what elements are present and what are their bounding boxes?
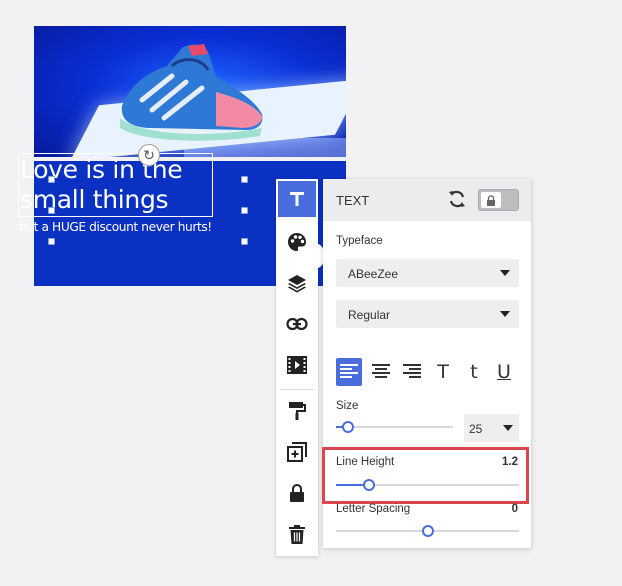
letter-spacing-label: Letter Spacing bbox=[336, 503, 411, 515]
line-height-label: Line Height bbox=[336, 456, 395, 468]
duplicate-tool[interactable] bbox=[278, 434, 316, 470]
align-right-icon bbox=[403, 364, 421, 378]
size-slider-thumb[interactable] bbox=[341, 421, 354, 433]
lock-icon bbox=[290, 483, 304, 502]
lock-toggle[interactable] bbox=[478, 189, 519, 211]
panel-title: TEXT bbox=[336, 193, 370, 208]
small-lock-icon bbox=[487, 194, 495, 206]
align-left-button[interactable] bbox=[336, 358, 362, 386]
resize-handle-bottom-right[interactable] bbox=[241, 238, 248, 245]
resize-handle-middle-left[interactable] bbox=[48, 207, 55, 214]
resize-handle-top-right[interactable] bbox=[241, 176, 248, 183]
typeface-label: Typeface bbox=[336, 235, 383, 247]
tool-divider bbox=[280, 389, 314, 390]
align-center-button[interactable] bbox=[368, 358, 394, 386]
typeface-select[interactable]: ABeeZee bbox=[336, 259, 519, 287]
link-icon bbox=[286, 317, 308, 331]
resize-handle-bottom-left[interactable] bbox=[48, 238, 55, 245]
align-center-icon bbox=[372, 364, 390, 378]
lock-knob bbox=[481, 192, 501, 208]
delete-tool[interactable] bbox=[278, 516, 316, 552]
letter-spacing-slider-thumb[interactable] bbox=[421, 525, 434, 537]
film-icon bbox=[287, 356, 307, 374]
lowercase-button[interactable]: t bbox=[461, 358, 487, 386]
letter-spacing-slider[interactable] bbox=[336, 525, 519, 537]
format-painter-tool[interactable] bbox=[278, 393, 316, 429]
text-tool[interactable] bbox=[278, 181, 316, 217]
text-properties-panel: TEXT Typeface ABeeZee Regular T t U Size… bbox=[322, 179, 531, 548]
line-height-slider-thumb[interactable] bbox=[362, 479, 375, 491]
palette-icon bbox=[288, 233, 306, 251]
chevron-down-icon bbox=[503, 425, 513, 431]
uppercase-icon: T bbox=[437, 360, 449, 383]
uppercase-button[interactable]: T bbox=[430, 358, 456, 386]
underline-button[interactable]: U bbox=[491, 358, 517, 386]
duplicate-icon bbox=[287, 442, 307, 462]
letter-spacing-value: 0 bbox=[511, 503, 518, 515]
resize-handle-top-left[interactable] bbox=[48, 176, 55, 183]
size-slider[interactable] bbox=[336, 421, 453, 433]
resize-handle-middle-right[interactable] bbox=[241, 207, 248, 214]
color-tool[interactable] bbox=[278, 224, 316, 260]
layers-tool[interactable] bbox=[278, 265, 316, 301]
layers-icon bbox=[288, 275, 306, 293]
line-height-slider[interactable] bbox=[336, 479, 519, 491]
link-tool[interactable] bbox=[278, 306, 316, 342]
chevron-down-icon bbox=[500, 270, 510, 276]
font-style-select[interactable]: Regular bbox=[336, 300, 519, 328]
size-label: Size bbox=[336, 400, 359, 412]
subline-text[interactable]: but a HUGE discount never hurts! bbox=[19, 220, 249, 234]
line-height-value: 1.2 bbox=[502, 456, 518, 468]
lock-tool[interactable] bbox=[278, 475, 316, 511]
trash-icon bbox=[289, 524, 305, 544]
swap-icon[interactable] bbox=[447, 189, 467, 214]
tool-strip bbox=[276, 179, 318, 556]
sneaker-photo[interactable] bbox=[34, 26, 346, 157]
align-right-button[interactable] bbox=[399, 358, 425, 386]
lowercase-icon: t bbox=[470, 360, 478, 383]
underline-icon: U bbox=[497, 360, 511, 383]
size-value: 25 bbox=[469, 422, 483, 436]
text-T-icon bbox=[290, 192, 304, 206]
panel-header: TEXT bbox=[323, 179, 531, 221]
font-style-value: Regular bbox=[348, 308, 391, 322]
rotate-icon[interactable]: ↻ bbox=[138, 144, 160, 166]
paint-roller-icon bbox=[289, 402, 306, 420]
sneaker-image bbox=[120, 44, 263, 141]
animation-tool[interactable] bbox=[278, 347, 316, 383]
typeface-value: ABeeZee bbox=[348, 267, 399, 281]
align-left-icon bbox=[340, 364, 358, 378]
chevron-down-icon bbox=[500, 311, 510, 317]
size-select[interactable]: 25 bbox=[464, 414, 519, 442]
